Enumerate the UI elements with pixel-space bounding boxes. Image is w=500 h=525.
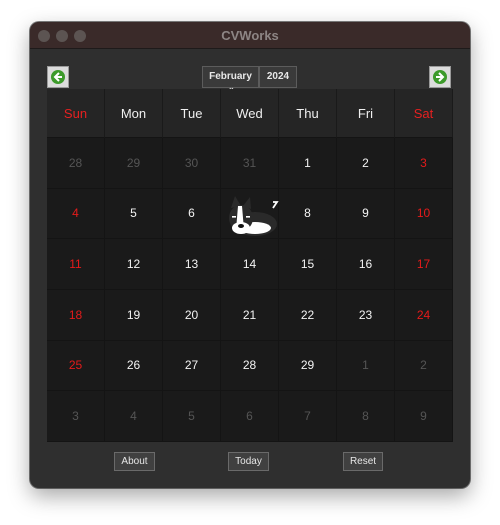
calendar-day[interactable]: 19 xyxy=(105,290,163,341)
calendar-day[interactable]: 25 xyxy=(47,340,105,392)
weekday-header-sat: Sat xyxy=(395,89,453,138)
year-field[interactable]: 2024 xyxy=(259,66,297,88)
month-select[interactable]: February ⌄ xyxy=(202,66,259,92)
about-button[interactable]: About xyxy=(114,452,155,471)
calendar-day[interactable]: 28 xyxy=(221,340,279,392)
calendar-day[interactable]: 20 xyxy=(163,290,221,341)
calendar-day[interactable]: 11 xyxy=(47,239,105,290)
calendar-day-other-month[interactable]: 3 xyxy=(47,391,105,442)
calendar-day[interactable]: 26 xyxy=(105,340,163,392)
calendar-day[interactable]: 23 xyxy=(337,290,395,341)
calendar-day-other-month[interactable]: 31 xyxy=(221,138,279,189)
boston-terrier-mascot-icon xyxy=(229,196,279,236)
calendar-day[interactable]: 17 xyxy=(395,239,453,290)
calendar-day-other-month[interactable]: 30 xyxy=(163,138,221,189)
calendar-day[interactable]: 21 xyxy=(221,290,279,341)
calendar-day-other-month[interactable]: 7 xyxy=(279,391,337,442)
next-month-button[interactable] xyxy=(429,66,451,88)
calendar-day-other-month[interactable]: 4 xyxy=(105,391,163,442)
calendar-day[interactable]: 12 xyxy=(105,239,163,290)
calendar-day[interactable]: 16 xyxy=(337,239,395,290)
weekday-header-mon: Mon xyxy=(105,89,163,138)
calendar-day[interactable]: 24 xyxy=(395,290,453,341)
calendar-day-other-month[interactable]: 9 xyxy=(395,391,453,442)
calendar-day[interactable]: 1 xyxy=(279,138,337,189)
calendar-day-other-month[interactable]: 1 xyxy=(337,340,395,392)
weekday-header-fri: Fri xyxy=(337,89,395,138)
calendar-day[interactable]: 14 xyxy=(221,239,279,290)
calendar-day[interactable]: 3 xyxy=(395,138,453,189)
previous-month-button[interactable] xyxy=(47,66,69,88)
calendar-grid: Sun Mon Tue Wed Thu Fri Sat 28 29 30 31 1 2 3 4… xyxy=(47,89,453,442)
window-title: CVWorks xyxy=(221,28,279,43)
reset-button[interactable]: Reset xyxy=(343,452,383,471)
calendar-day[interactable]: 29 xyxy=(279,340,337,392)
calendar-day-other-month[interactable]: 8 xyxy=(337,391,395,442)
calendar-day[interactable]: 5 xyxy=(105,188,163,240)
calendar-day-other-month[interactable]: 5 xyxy=(163,391,221,442)
weekday-header-thu: Thu xyxy=(279,89,337,138)
calendar-day[interactable]: 4 xyxy=(47,188,105,240)
arrow-left-icon xyxy=(51,70,65,84)
arrow-right-icon xyxy=(433,70,447,84)
weekday-header-wed: Wed xyxy=(221,89,279,138)
calendar-day[interactable]: 6 xyxy=(163,188,221,240)
calendar-day[interactable]: 10 xyxy=(395,188,453,240)
calendar-day-other-month[interactable]: 2 xyxy=(395,340,453,392)
weekday-header-sun: Sun xyxy=(47,89,105,138)
calendar-day[interactable]: 8 xyxy=(279,188,337,240)
today-button[interactable]: Today xyxy=(228,452,269,471)
calendar-day-other-month[interactable]: 29 xyxy=(105,138,163,189)
app-window: CVWorks February ⌄ 2024 Sun Mon Tue Wed … xyxy=(30,22,470,488)
calendar-day[interactable]: 9 xyxy=(337,188,395,240)
calendar-day[interactable]: 27 xyxy=(163,340,221,392)
title-bar: CVWorks xyxy=(30,22,470,49)
calendar-day[interactable]: 15 xyxy=(279,239,337,290)
calendar-day-other-month[interactable]: 28 xyxy=(47,138,105,189)
calendar-day[interactable]: 2 xyxy=(337,138,395,189)
calendar-day[interactable]: 18 xyxy=(47,290,105,341)
calendar-day[interactable]: 13 xyxy=(163,239,221,290)
calendar-day-other-month[interactable]: 6 xyxy=(221,391,279,442)
calendar-day[interactable]: 22 xyxy=(279,290,337,341)
weekday-header-tue: Tue xyxy=(163,89,221,138)
